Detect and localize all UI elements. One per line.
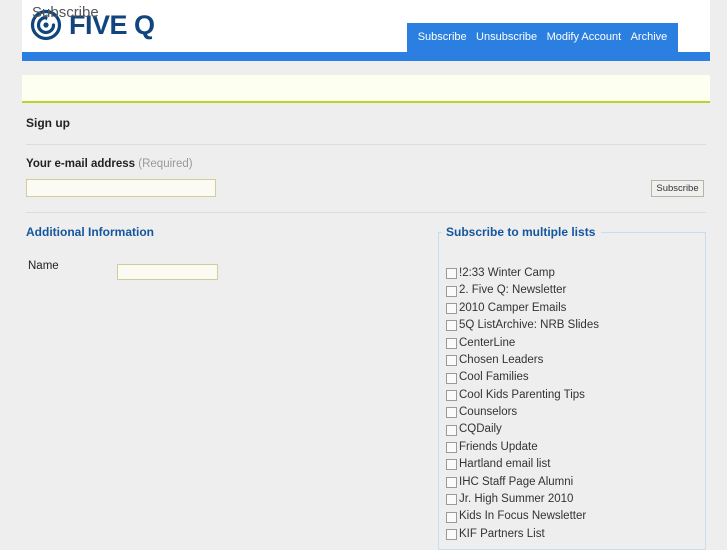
divider-additional-info	[26, 212, 706, 213]
list-checkbox[interactable]	[446, 424, 457, 436]
divider-signup	[26, 144, 706, 145]
list-checkbox[interactable]	[446, 320, 457, 332]
header-accent-bar	[22, 52, 710, 61]
list-item-label[interactable]: Jr. High Summer 2010	[459, 494, 573, 506]
list-item-label[interactable]: Kids In Focus Newsletter	[459, 511, 586, 523]
list-item-label[interactable]: Cool Families	[459, 372, 529, 384]
subscribe-page: FIVE Q Subscribe Unsubscribe Modify Acco…	[0, 0, 727, 550]
list-checkbox[interactable]	[446, 337, 457, 349]
list-checkbox[interactable]	[446, 268, 457, 280]
email-input[interactable]	[26, 179, 216, 197]
list-checkbox[interactable]	[446, 285, 457, 297]
list-checkbox[interactable]	[446, 529, 457, 541]
list-item-label[interactable]: Chosen Leaders	[459, 354, 543, 367]
list-item[interactable]: Chosen Leaders	[446, 352, 706, 369]
list-item[interactable]: CQDaily	[446, 422, 706, 439]
main-nav: Subscribe Unsubscribe Modify Account Arc…	[407, 23, 678, 52]
list-item-label[interactable]: 2010 Camper Emails	[459, 302, 566, 315]
list-item[interactable]: Counselors	[446, 404, 706, 421]
list-item[interactable]: KIF Partners List	[446, 526, 706, 543]
list-item-label[interactable]: 2. Five Q: Newsletter	[459, 285, 566, 297]
list-item-label[interactable]: !2:33 Winter Camp	[459, 267, 555, 280]
list-checkbox[interactable]	[446, 372, 457, 384]
nav-item-subscribe[interactable]: Subscribe	[414, 32, 471, 43]
signup-heading: Sign up	[26, 116, 70, 130]
page-container: FIVE Q Subscribe Unsubscribe Modify Acco…	[22, 0, 710, 550]
list-checkbox[interactable]	[446, 511, 457, 523]
list-checkbox[interactable]	[446, 407, 457, 419]
email-required-note: (Required)	[138, 158, 193, 170]
list-item-label[interactable]: Cool Kids Parenting Tips	[459, 389, 585, 402]
list-item[interactable]: CenterLine	[446, 335, 706, 352]
email-field-label: Your e-mail address (Required)	[26, 158, 193, 171]
multiple-lists-items: !2:33 Winter Camp 2. Five Q: Newsletter 20…	[446, 265, 706, 543]
site-header: FIVE Q Subscribe Unsubscribe Modify Acco…	[22, 0, 710, 52]
list-checkbox[interactable]	[446, 389, 457, 401]
list-item-label[interactable]: Hartland email list	[459, 459, 550, 471]
page-title: Subscribe	[32, 4, 99, 21]
list-item[interactable]: Cool Kids Parenting Tips	[446, 387, 706, 404]
list-checkbox[interactable]	[446, 476, 457, 488]
list-item[interactable]: Kids In Focus Newsletter	[446, 508, 706, 525]
list-item-label[interactable]: 5Q ListArchive: NRB Slides	[459, 320, 599, 332]
nav-item-modify-account[interactable]: Modify Account	[543, 32, 626, 43]
list-item[interactable]: Jr. High Summer 2010	[446, 491, 706, 508]
list-checkbox[interactable]	[446, 442, 457, 454]
list-item[interactable]: Hartland email list	[446, 456, 706, 473]
additional-information-heading: Additional Information	[26, 225, 154, 239]
list-checkbox[interactable]	[446, 302, 457, 314]
subscribe-submit-button[interactable]: Subscribe	[651, 180, 704, 197]
list-item[interactable]: 2010 Camper Emails	[446, 300, 706, 317]
list-item[interactable]: Friends Update	[446, 439, 706, 456]
list-item[interactable]: 5Q ListArchive: NRB Slides	[446, 317, 706, 334]
name-input[interactable]	[117, 264, 218, 280]
list-item-label[interactable]: Counselors	[459, 407, 517, 419]
list-item[interactable]: 2. Five Q: Newsletter	[446, 282, 706, 299]
list-checkbox[interactable]	[446, 494, 457, 506]
email-label-text: Your e-mail address	[26, 158, 136, 170]
nav-item-archive[interactable]: Archive	[627, 32, 672, 43]
list-checkbox[interactable]	[446, 459, 457, 471]
list-item-label[interactable]: KIF Partners List	[459, 528, 545, 541]
multiple-lists-heading: Subscribe to multiple lists	[442, 226, 602, 238]
list-item[interactable]: Cool Families	[446, 369, 706, 386]
list-item-label[interactable]: IHC Staff Page Alumni	[459, 476, 573, 489]
page-title-band	[22, 75, 710, 103]
list-item-label[interactable]: Friends Update	[459, 441, 538, 454]
name-field-label: Name	[28, 260, 59, 272]
list-checkbox[interactable]	[446, 355, 457, 367]
list-item[interactable]: IHC Staff Page Alumni	[446, 474, 706, 491]
list-item-label[interactable]: CenterLine	[459, 337, 515, 350]
list-item[interactable]: !2:33 Winter Camp	[446, 265, 706, 282]
list-item-label[interactable]: CQDaily	[459, 424, 502, 436]
nav-item-unsubscribe[interactable]: Unsubscribe	[472, 32, 541, 43]
